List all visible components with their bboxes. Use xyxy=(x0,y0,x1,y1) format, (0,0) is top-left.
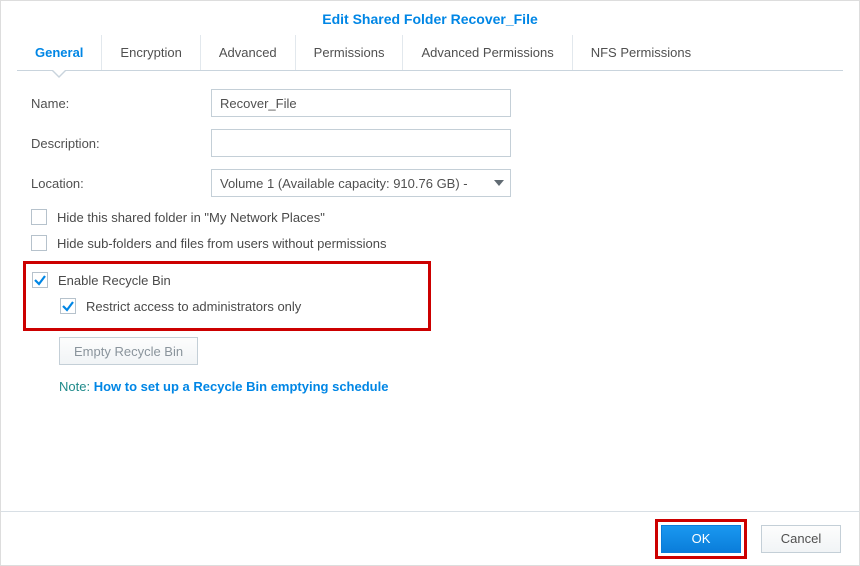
name-input[interactable] xyxy=(211,89,511,117)
enable-recycle-checkbox[interactable] xyxy=(32,272,48,288)
footer: OK Cancel xyxy=(1,511,859,565)
enable-recycle-label: Enable Recycle Bin xyxy=(58,273,171,288)
cancel-button[interactable]: Cancel xyxy=(761,525,841,553)
tab-encryption[interactable]: Encryption xyxy=(102,35,200,70)
tab-permissions[interactable]: Permissions xyxy=(296,35,404,70)
note-label: Note: xyxy=(59,379,90,394)
hide-subfolders-label: Hide sub-folders and files from users wi… xyxy=(57,236,386,251)
hide-subfolders-checkbox[interactable] xyxy=(31,235,47,251)
hide-network-label: Hide this shared folder in "My Network P… xyxy=(57,210,325,225)
restrict-admin-label: Restrict access to administrators only xyxy=(86,299,301,314)
empty-recycle-button: Empty Recycle Bin xyxy=(59,337,198,365)
name-label: Name: xyxy=(31,96,211,111)
location-label: Location: xyxy=(31,176,211,191)
recycle-bin-highlight: Enable Recycle Bin Restrict access to ad… xyxy=(23,261,431,331)
description-input[interactable] xyxy=(211,129,511,157)
dialog-title: Edit Shared Folder Recover_File xyxy=(1,1,859,35)
location-value: Volume 1 (Available capacity: 910.76 GB)… xyxy=(220,176,468,191)
tab-nfs-permissions[interactable]: NFS Permissions xyxy=(573,35,709,70)
tab-general[interactable]: General xyxy=(17,35,102,70)
content-panel: Name: Description: Location: Volume 1 (A… xyxy=(1,71,859,404)
restrict-admin-checkbox[interactable] xyxy=(60,298,76,314)
chevron-down-icon xyxy=(494,180,504,186)
note-link[interactable]: How to set up a Recycle Bin emptying sch… xyxy=(94,379,389,394)
description-label: Description: xyxy=(31,136,211,151)
hide-network-checkbox[interactable] xyxy=(31,209,47,225)
location-select[interactable]: Volume 1 (Available capacity: 910.76 GB)… xyxy=(211,169,511,197)
tab-advanced[interactable]: Advanced xyxy=(201,35,296,70)
ok-button[interactable]: OK xyxy=(661,525,741,553)
ok-highlight: OK xyxy=(655,519,747,559)
tab-advanced-permissions[interactable]: Advanced Permissions xyxy=(403,35,572,70)
tab-bar: General Encryption Advanced Permissions … xyxy=(17,35,843,71)
